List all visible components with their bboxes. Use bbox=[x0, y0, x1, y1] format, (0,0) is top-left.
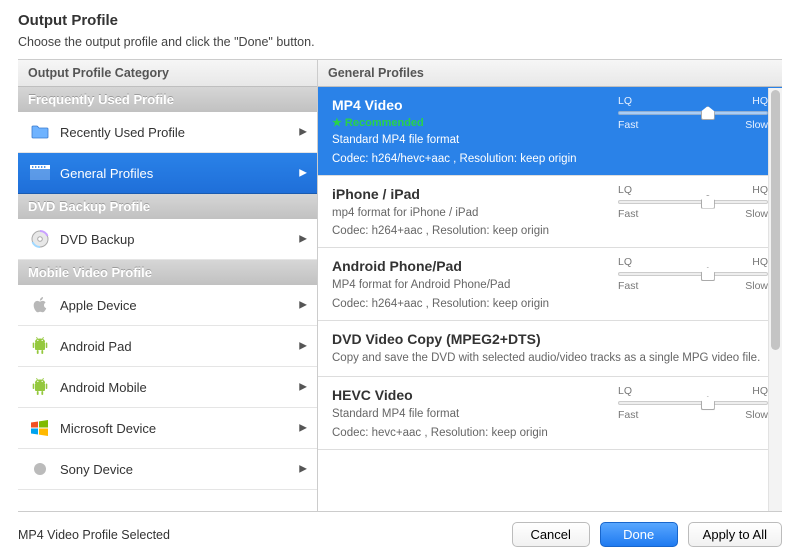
scroll-thumb[interactable] bbox=[771, 90, 780, 350]
film-icon bbox=[28, 163, 52, 183]
slider-thumb[interactable] bbox=[701, 267, 715, 281]
apple-icon bbox=[28, 295, 52, 315]
slider-label-hq: HQ bbox=[752, 256, 768, 268]
scrollbar[interactable] bbox=[768, 88, 782, 511]
profile-codec: Codec: h264+aac , Resolution: keep origi… bbox=[332, 298, 768, 310]
slider-track[interactable] bbox=[618, 401, 768, 405]
slider-track[interactable] bbox=[618, 111, 768, 115]
slider-thumb[interactable] bbox=[701, 106, 715, 120]
slider-label-fast: Fast bbox=[618, 409, 638, 421]
slider-label-slow: Slow bbox=[745, 119, 768, 131]
category-item[interactable]: Android Pad ▶ bbox=[18, 326, 317, 367]
category-item[interactable]: Recently Used Profile ▶ bbox=[18, 112, 317, 153]
category-item-label: Android Mobile bbox=[60, 380, 147, 395]
quality-slider[interactable]: LQ HQ Fast Slow bbox=[618, 184, 768, 220]
profile-item[interactable]: DVD Video Copy (MPEG2+DTS) Copy and save … bbox=[318, 321, 782, 378]
slider-track[interactable] bbox=[618, 272, 768, 276]
slider-label-fast: Fast bbox=[618, 119, 638, 131]
slider-thumb[interactable] bbox=[701, 396, 715, 410]
done-button[interactable]: Done bbox=[600, 522, 678, 547]
category-item[interactable]: Apple Device ▶ bbox=[18, 285, 317, 326]
profile-item[interactable]: HEVC VideoStandard MP4 file formatCodec:… bbox=[318, 377, 782, 450]
chevron-right-icon: ▶ bbox=[299, 423, 307, 434]
chevron-right-icon: ▶ bbox=[299, 234, 307, 245]
category-group-header: Mobile Video Profile bbox=[18, 260, 317, 285]
page-title: Output Profile bbox=[18, 12, 782, 29]
apply-to-all-button[interactable]: Apply to All bbox=[688, 522, 782, 547]
category-item-label: Sony Device bbox=[60, 462, 133, 477]
slider-label-slow: Slow bbox=[745, 208, 768, 220]
slider-label-hq: HQ bbox=[752, 184, 768, 196]
category-group-header: DVD Backup Profile bbox=[18, 194, 317, 219]
slider-label-lq: LQ bbox=[618, 385, 632, 397]
chevron-right-icon: ▶ bbox=[299, 168, 307, 179]
slider-label-lq: LQ bbox=[618, 256, 632, 268]
slider-label-fast: Fast bbox=[618, 208, 638, 220]
profile-title: DVD Video Copy (MPEG2+DTS) bbox=[332, 331, 768, 347]
profile-codec: Codec: hevc+aac , Resolution: keep origi… bbox=[332, 427, 768, 439]
category-item-label: General Profiles bbox=[60, 166, 153, 181]
category-item[interactable]: General Profiles ▶ bbox=[18, 153, 317, 194]
category-item[interactable]: Android Mobile ▶ bbox=[18, 367, 317, 408]
category-item-label: Android Pad bbox=[60, 339, 132, 354]
page-subtitle: Choose the output profile and click the … bbox=[18, 35, 782, 49]
profile-codec: Codec: h264/hevc+aac , Resolution: keep … bbox=[332, 153, 768, 165]
category-item[interactable]: DVD Backup ▶ bbox=[18, 219, 317, 260]
android-icon bbox=[28, 336, 52, 356]
slider-track[interactable] bbox=[618, 200, 768, 204]
category-item-label: Microsoft Device bbox=[60, 421, 156, 436]
folder-icon bbox=[28, 122, 52, 142]
slider-label-slow: Slow bbox=[745, 409, 768, 421]
slider-label-fast: Fast bbox=[618, 280, 638, 292]
chevron-right-icon: ▶ bbox=[299, 341, 307, 352]
slider-label-lq: LQ bbox=[618, 184, 632, 196]
category-group-header: Frequently Used Profile bbox=[18, 87, 317, 112]
slider-thumb[interactable] bbox=[701, 195, 715, 209]
sony-icon bbox=[28, 459, 52, 479]
android-icon bbox=[28, 377, 52, 397]
category-item-label: DVD Backup bbox=[60, 232, 134, 247]
quality-slider[interactable]: LQ HQ Fast Slow bbox=[618, 256, 768, 292]
slider-label-hq: HQ bbox=[752, 95, 768, 107]
slider-label-lq: LQ bbox=[618, 95, 632, 107]
quality-slider[interactable]: LQ HQ Fast Slow bbox=[618, 95, 768, 131]
category-item[interactable]: Sony Device ▶ bbox=[18, 449, 317, 490]
category-item-label: Recently Used Profile bbox=[60, 125, 185, 140]
sidebar-column-header: Output Profile Category bbox=[18, 60, 317, 87]
profile-codec: Codec: h264+aac , Resolution: keep origi… bbox=[332, 225, 768, 237]
chevron-right-icon: ▶ bbox=[299, 382, 307, 393]
profile-description: Copy and save the DVD with selected audi… bbox=[332, 351, 768, 367]
disc-icon bbox=[28, 229, 52, 249]
category-item-label: Apple Device bbox=[60, 298, 137, 313]
profile-item[interactable]: iPhone / iPadmp4 format for iPhone / iPa… bbox=[318, 176, 782, 249]
cancel-button[interactable]: Cancel bbox=[512, 522, 590, 547]
chevron-right-icon: ▶ bbox=[299, 300, 307, 311]
profile-item[interactable]: MP4 Video★ RecommendedStandard MP4 file … bbox=[318, 87, 782, 176]
windows-icon bbox=[28, 418, 52, 438]
chevron-right-icon: ▶ bbox=[299, 127, 307, 138]
slider-label-hq: HQ bbox=[752, 385, 768, 397]
status-text: MP4 Video Profile Selected bbox=[18, 528, 502, 542]
profiles-column-header: General Profiles bbox=[318, 60, 782, 87]
chevron-right-icon: ▶ bbox=[299, 464, 307, 475]
profile-item[interactable]: Android Phone/PadMP4 format for Android … bbox=[318, 248, 782, 321]
slider-label-slow: Slow bbox=[745, 280, 768, 292]
quality-slider[interactable]: LQ HQ Fast Slow bbox=[618, 385, 768, 421]
category-sidebar: Output Profile Category Frequently Used … bbox=[18, 60, 318, 511]
profile-description: Standard MP4 file format bbox=[332, 133, 768, 149]
profiles-panel: General Profiles MP4 Video★ RecommendedS… bbox=[318, 60, 782, 511]
category-item[interactable]: Microsoft Device ▶ bbox=[18, 408, 317, 449]
